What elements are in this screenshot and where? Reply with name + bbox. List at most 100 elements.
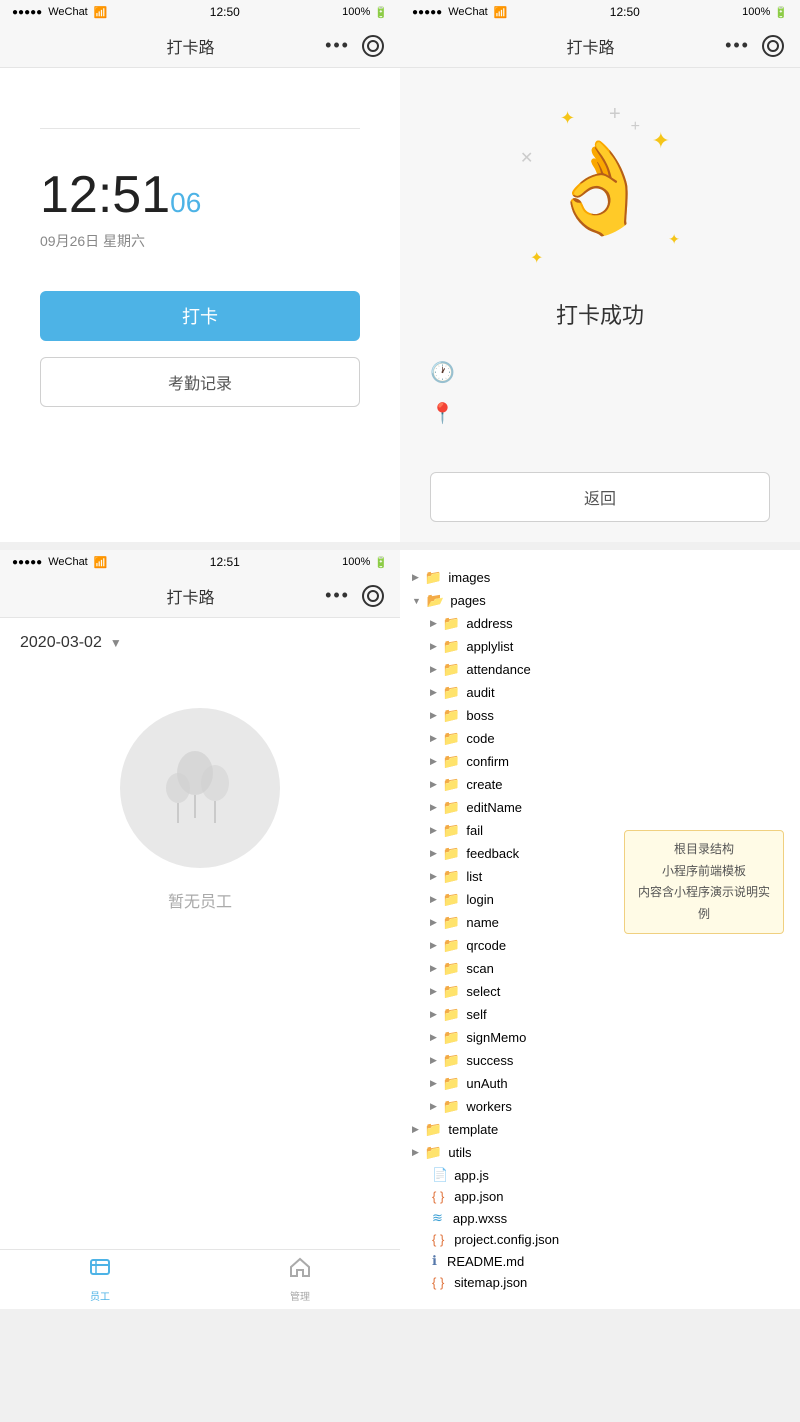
checkin-button[interactable]: 打卡 [40, 291, 360, 341]
clock-seconds: 06 [170, 187, 201, 218]
sparkle-icon-4: ✦ [530, 248, 543, 268]
section-divider [0, 542, 800, 550]
list-item[interactable]: ▶📁address [412, 612, 788, 635]
clock-time: 12:51 [40, 166, 170, 224]
config-file-icon: { } [432, 1232, 444, 1247]
nav-scan-icon-right[interactable] [762, 35, 784, 57]
list-item[interactable]: ▶📁create [412, 773, 788, 796]
success-title: 打卡成功 [556, 298, 644, 330]
folder-icon: 📁 [443, 1052, 460, 1069]
file-name: login [466, 892, 493, 907]
folder-icon: 📁 [443, 776, 460, 793]
tab-management[interactable]: 管理 [200, 1250, 400, 1309]
list-item[interactable]: ≋ app.wxss [412, 1207, 788, 1229]
file-tree-panel: ▶ 📁 images ▼ 📂 pages ▶📁address ▶📁applyli… [400, 550, 800, 1309]
nav-title-bl: 打卡路 [167, 584, 215, 608]
list-item[interactable]: ▶ 📁 utils [412, 1141, 788, 1164]
time-info-row: 🕐 [430, 360, 770, 385]
list-item[interactable]: ▶📁select [412, 980, 788, 1003]
file-name: address [466, 616, 512, 631]
management-tab-icon [288, 1256, 312, 1286]
clock-icon: 🕐 [430, 360, 455, 385]
nav-more-icon-left[interactable]: ••• [325, 35, 350, 56]
sitemap-file-icon: { } [432, 1275, 444, 1290]
list-item[interactable]: { } app.json [412, 1186, 788, 1207]
plus-icon: + [609, 103, 621, 126]
nav-more-icon-bl[interactable]: ••• [325, 585, 350, 606]
list-item[interactable]: { } sitemap.json [412, 1272, 788, 1293]
list-item[interactable]: ▶📁code [412, 727, 788, 750]
file-name: create [466, 777, 502, 792]
location-icon: 📍 [430, 401, 455, 426]
clock-divider [40, 128, 360, 129]
list-item[interactable]: ▶📁confirm [412, 750, 788, 773]
file-name: select [466, 984, 500, 999]
nav-bar-bottom-left: 打卡路 ••• [0, 574, 400, 618]
js-file-icon: 📄 [432, 1167, 448, 1183]
list-item[interactable]: ▶📁unAuth [412, 1072, 788, 1095]
wifi-icon: 📶 [94, 6, 108, 19]
list-item[interactable]: ▼ 📂 pages [412, 589, 788, 612]
folder-icon: 📁 [443, 937, 460, 954]
wifi-icon-bl: 📶 [94, 556, 108, 569]
nav-scan-icon-bl[interactable] [362, 585, 384, 607]
folder-icon: 📁 [443, 868, 460, 885]
back-button[interactable]: 返回 [430, 472, 770, 522]
file-name: self [466, 1007, 486, 1022]
list-item[interactable]: ▶📁applylist [412, 635, 788, 658]
file-name: template [448, 1122, 498, 1137]
list-item[interactable]: ▶ 📁 images [412, 566, 788, 589]
list-item[interactable]: ▶📁boss [412, 704, 788, 727]
list-item[interactable]: ▶📁success [412, 1049, 788, 1072]
battery-label-top-left: 100% [342, 6, 370, 18]
file-name: app.wxss [453, 1211, 507, 1226]
file-name: pages [450, 593, 485, 608]
folder-icon: 📁 [443, 661, 460, 678]
date-picker-arrow-icon: ▼ [110, 636, 122, 650]
list-item[interactable]: ▶📁attendance [412, 658, 788, 681]
folder-icon: 📁 [425, 1144, 442, 1161]
list-item[interactable]: ▶📁editName [412, 796, 788, 819]
folder-icon: 📁 [443, 707, 460, 724]
list-item-template[interactable]: ▶ 📁 template [412, 1118, 788, 1141]
employee-tab-icon [88, 1256, 112, 1286]
clock-date: 09月26日 星期六 [40, 231, 360, 251]
status-bar-bottom-left: ●●●●● WeChat 📶 12:51 100% 🔋 [0, 550, 400, 574]
file-name: list [466, 869, 482, 884]
ok-hand-emoji: 👌 [544, 136, 656, 241]
list-item[interactable]: ℹ README.md [412, 1250, 788, 1272]
file-name: confirm [466, 754, 509, 769]
list-item[interactable]: ▶📁workers [412, 1095, 788, 1118]
file-name: code [466, 731, 494, 746]
list-item[interactable]: ▶📁qrcode [412, 934, 788, 957]
file-name: workers [466, 1099, 512, 1114]
tab-bar: 员工 管理 [0, 1249, 400, 1309]
annotation-line2: 小程序前端模板 [637, 861, 771, 883]
list-item[interactable]: ▶📁self [412, 1003, 788, 1026]
clock-display: 12:5106 [40, 169, 360, 221]
date-picker[interactable]: 2020-03-02 ▼ [0, 618, 400, 668]
file-name: app.json [454, 1189, 503, 1204]
file-name: signMemo [466, 1030, 526, 1045]
status-bar-left: ●●●●● WeChat 📶 12:50 100% 🔋 [0, 0, 400, 24]
list-item[interactable]: ▶📁signMemo [412, 1026, 788, 1049]
folder-icon: 📂 [427, 592, 444, 609]
folder-icon: 📁 [443, 1006, 460, 1023]
list-item[interactable]: { } project.config.json [412, 1229, 788, 1250]
list-item[interactable]: ▶📁scan [412, 957, 788, 980]
wxss-file-icon: ≋ [432, 1210, 443, 1226]
list-item[interactable]: ▶📁audit [412, 681, 788, 704]
md-file-icon: ℹ [432, 1253, 437, 1269]
nav-scan-icon-left[interactable] [362, 35, 384, 57]
file-name: scan [466, 961, 493, 976]
tab-employee[interactable]: 员工 [0, 1250, 200, 1309]
empty-avatar [120, 708, 280, 868]
list-item[interactable]: 📄 app.js [412, 1164, 788, 1186]
file-name: audit [466, 685, 494, 700]
annotation-box: 根目录结构 小程序前端模板 内容含小程序演示说明实例 [624, 830, 784, 934]
file-name: editName [466, 800, 522, 815]
time-display-top-right: 12:50 [610, 5, 640, 19]
nav-more-icon-right[interactable]: ••• [725, 35, 750, 56]
nav-bar-left: 打卡路 ••• [0, 24, 400, 68]
records-button[interactable]: 考勤记录 [40, 357, 360, 407]
